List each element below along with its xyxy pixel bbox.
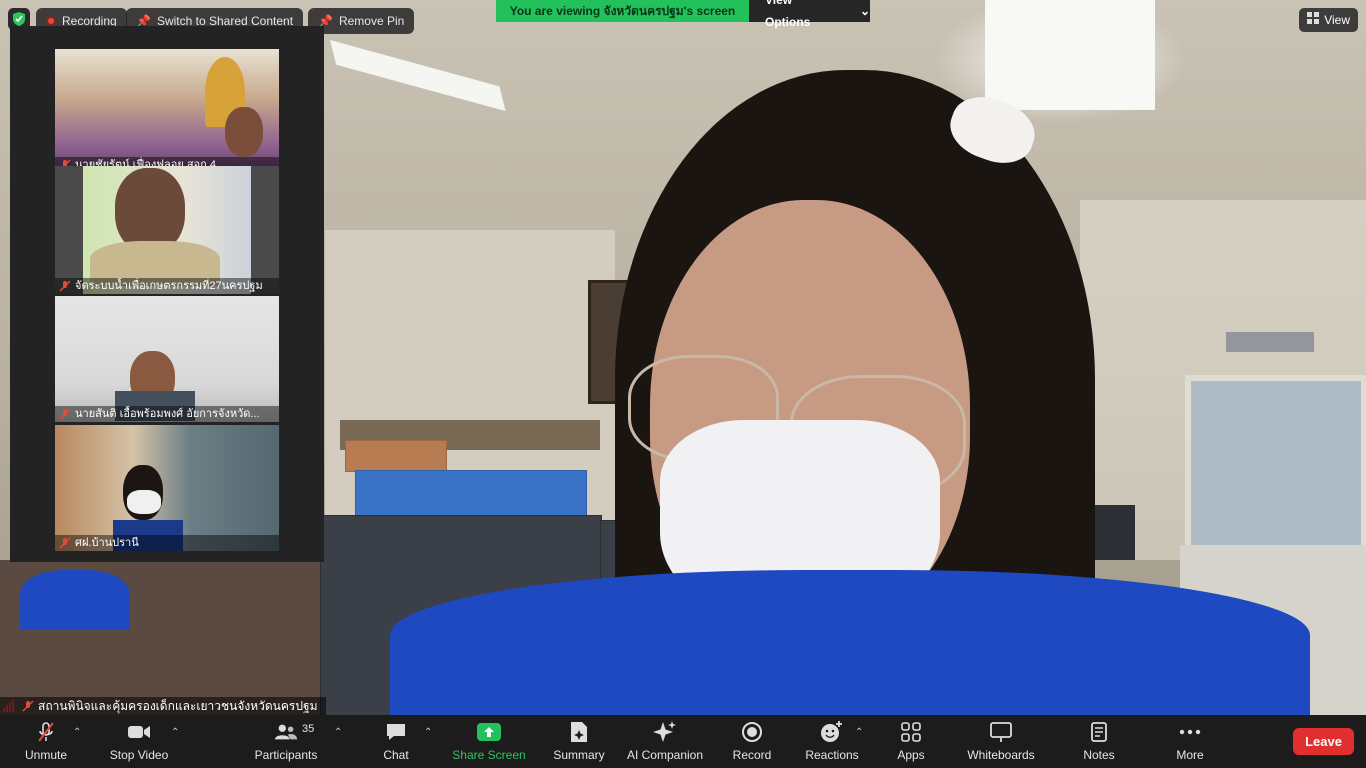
participant-thumbnails: นายชัยรัตน์ เฟื่องฟูลอย สอก.4 จัดระบบน้ำ…	[10, 26, 324, 562]
record-button[interactable]: Record	[730, 715, 774, 768]
share-screen-icon	[477, 720, 501, 744]
participants-count: 35	[302, 723, 315, 735]
view-button[interactable]: View	[1299, 8, 1358, 32]
whiteboards-button[interactable]: Whiteboards	[962, 715, 1040, 768]
summary-label: Summary	[553, 748, 605, 762]
speaker-name: สถานพินิจและคุ้มครองเด็กและเยาวชนจังหวัด…	[38, 699, 318, 713]
view-label: View	[1324, 13, 1350, 27]
viewing-text: You are viewing จังหวัดนครปฐม's screen	[496, 0, 749, 22]
record-icon	[740, 720, 764, 744]
remove-pin-label: Remove Pin	[338, 14, 405, 28]
participant-label: จัดระบบน้ำเพื่อเกษตรกรรมที่27นครปฐม	[55, 278, 279, 294]
mic-off-icon	[59, 537, 71, 549]
participant-tile[interactable]: นายชัยรัตน์ เฟื่องฟูลอย สอก.4	[55, 49, 279, 173]
box	[345, 440, 447, 472]
participants-label: Participants	[254, 748, 318, 762]
apps-icon	[899, 720, 923, 744]
more-button[interactable]: More	[1170, 715, 1210, 768]
audio-options-caret[interactable]: ⌃	[73, 727, 81, 738]
mic-off-icon	[59, 280, 71, 292]
ai-companion-button[interactable]: AI Companion	[625, 715, 705, 768]
video-camera-icon	[127, 720, 151, 744]
apps-label: Apps	[897, 748, 925, 762]
background-person	[20, 570, 130, 630]
participant-tile[interactable]: ศฝ.บ้านปรานี	[55, 425, 279, 551]
stop-video-button[interactable]: Stop Video	[105, 715, 173, 768]
ai-companion-label: AI Companion	[626, 748, 704, 762]
record-label: Record	[732, 748, 772, 762]
mic-off-icon	[22, 700, 34, 712]
ceiling-light	[985, 0, 1155, 110]
participant-face	[225, 107, 263, 157]
viewing-banner: You are viewing จังหวัดนครปฐม's screen V…	[496, 0, 870, 29]
summary-icon	[567, 720, 591, 744]
meeting-toolbar: Unmute ⌃ Stop Video ⌃ Participants 35 ⌃ …	[0, 715, 1366, 768]
unmute-button[interactable]: Unmute	[18, 715, 74, 768]
box	[355, 470, 587, 517]
chat-icon	[384, 720, 408, 744]
participants-options-caret[interactable]: ⌃	[334, 727, 342, 738]
more-label: More	[1176, 748, 1204, 762]
participant-tile[interactable]: นายสันติ เอื้อพร้อมพงศ์ อัยการจังหวัด...	[55, 296, 279, 422]
apps-button[interactable]: Apps	[895, 715, 927, 768]
participant-label: นายสันติ เอื้อพร้อมพงศ์ อัยการจังหวัด...	[55, 406, 279, 422]
summary-button[interactable]: Summary	[550, 715, 608, 768]
active-speaker-label: สถานพินิจและคุ้มครองเด็กและเยาวชนจังหวัด…	[0, 697, 326, 715]
mic-off-icon	[34, 720, 58, 744]
view-options-label: View Options	[765, 0, 811, 29]
participant-name: ศฝ.บ้านปรานี	[75, 537, 139, 549]
recording-dot-icon	[46, 16, 56, 26]
more-dots-icon	[1178, 720, 1202, 744]
chat-options-caret[interactable]: ⌃	[424, 727, 432, 738]
whiteboards-label: Whiteboards	[967, 748, 1035, 762]
person-shirt	[390, 570, 1310, 715]
share-screen-label: Share Screen	[452, 748, 526, 762]
stop-video-label: Stop Video	[109, 748, 169, 762]
participant-label: ศฝ.บ้านปรานี	[55, 535, 279, 551]
reactions-button[interactable]: Reactions	[803, 715, 861, 768]
notes-label: Notes	[1083, 748, 1115, 762]
share-screen-button[interactable]: Share Screen	[452, 715, 526, 768]
sparkle-icon	[653, 720, 677, 744]
notes-icon	[1087, 720, 1111, 744]
participant-name: จัดระบบน้ำเพื่อเกษตรกรรมที่27นครปฐม	[75, 280, 263, 292]
smiley-plus-icon	[820, 720, 844, 744]
notes-button[interactable]: Notes	[1080, 715, 1118, 768]
ceiling-light	[330, 40, 506, 112]
video-options-caret[interactable]: ⌃	[171, 727, 179, 738]
grid-icon	[1307, 8, 1320, 32]
reactions-options-caret[interactable]: ⌃	[855, 727, 863, 738]
participants-icon	[274, 720, 298, 744]
reactions-label: Reactions	[805, 748, 859, 762]
chat-label: Chat	[383, 748, 409, 762]
participant-mask	[127, 490, 161, 514]
leave-button[interactable]: Leave	[1293, 728, 1354, 755]
participant-tile[interactable]: จัดระบบน้ำเพื่อเกษตรกรรมที่27นครปฐม	[55, 166, 279, 294]
view-options-button[interactable]: View Options ⌄	[749, 0, 870, 29]
chevron-down-icon: ⌄	[859, 4, 870, 18]
chat-button[interactable]: Chat	[380, 715, 412, 768]
unmute-label: Unmute	[24, 748, 68, 762]
whiteboard-icon	[989, 720, 1013, 744]
participant-name: นายสันติ เอื้อพร้อมพงศ์ อัยการจังหวัด...	[75, 408, 260, 420]
mic-off-icon	[59, 408, 71, 420]
